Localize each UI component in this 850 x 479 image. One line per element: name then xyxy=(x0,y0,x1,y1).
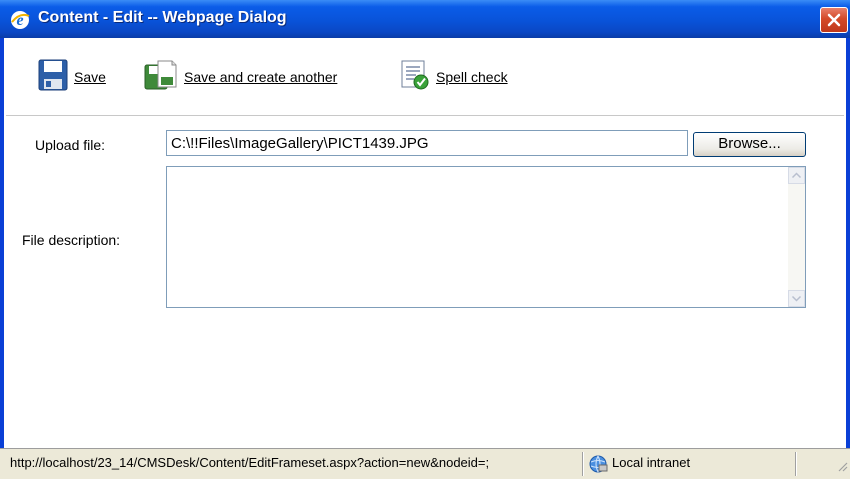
status-divider xyxy=(582,452,583,476)
title-bar[interactable]: e Content - Edit -- Webpage Dialog xyxy=(0,0,850,38)
local-intranet-icon xyxy=(588,454,608,479)
upload-file-input[interactable] xyxy=(166,130,688,156)
resize-grip-icon[interactable] xyxy=(836,459,848,477)
dialog-window: e Content - Edit -- Webpage Dialog Save … xyxy=(0,0,850,479)
spell-check-label: Spell check xyxy=(436,69,508,85)
toolbar: Save Save and create another Spell check xyxy=(4,38,846,110)
toolbar-divider xyxy=(6,115,844,116)
chevron-up-icon xyxy=(791,172,802,179)
scroll-up-button[interactable] xyxy=(788,167,805,184)
status-bar: http://localhost/23_14/CMSDesk/Content/E… xyxy=(0,448,850,479)
vertical-scrollbar[interactable] xyxy=(788,167,805,307)
save-button[interactable]: Save xyxy=(38,59,106,96)
status-url: http://localhost/23_14/CMSDesk/Content/E… xyxy=(10,455,490,470)
ie-icon: e xyxy=(10,10,30,30)
scroll-down-button[interactable] xyxy=(788,290,805,307)
spell-check-icon xyxy=(400,59,430,96)
file-description-textarea[interactable] xyxy=(166,166,806,308)
save-and-create-another-button[interactable]: Save and create another xyxy=(144,60,337,94)
browse-button[interactable]: Browse... xyxy=(693,132,806,157)
upload-file-label: Upload file: xyxy=(35,137,106,153)
save-label: Save xyxy=(74,69,106,85)
save-new-document-icon xyxy=(144,59,178,96)
security-zone-label: Local intranet xyxy=(612,455,691,470)
file-description-label: File description: xyxy=(22,232,121,248)
status-divider xyxy=(795,452,796,476)
dialog-content: Save Save and create another Spell check… xyxy=(4,38,846,479)
close-button[interactable] xyxy=(820,7,848,33)
close-icon xyxy=(827,13,841,27)
window-title: Content - Edit -- Webpage Dialog xyxy=(38,9,287,26)
floppy-disk-icon xyxy=(38,59,68,96)
save-and-create-another-label: Save and create another xyxy=(184,69,338,85)
spell-check-button[interactable]: Spell check xyxy=(400,60,508,94)
chevron-down-icon xyxy=(791,295,802,302)
